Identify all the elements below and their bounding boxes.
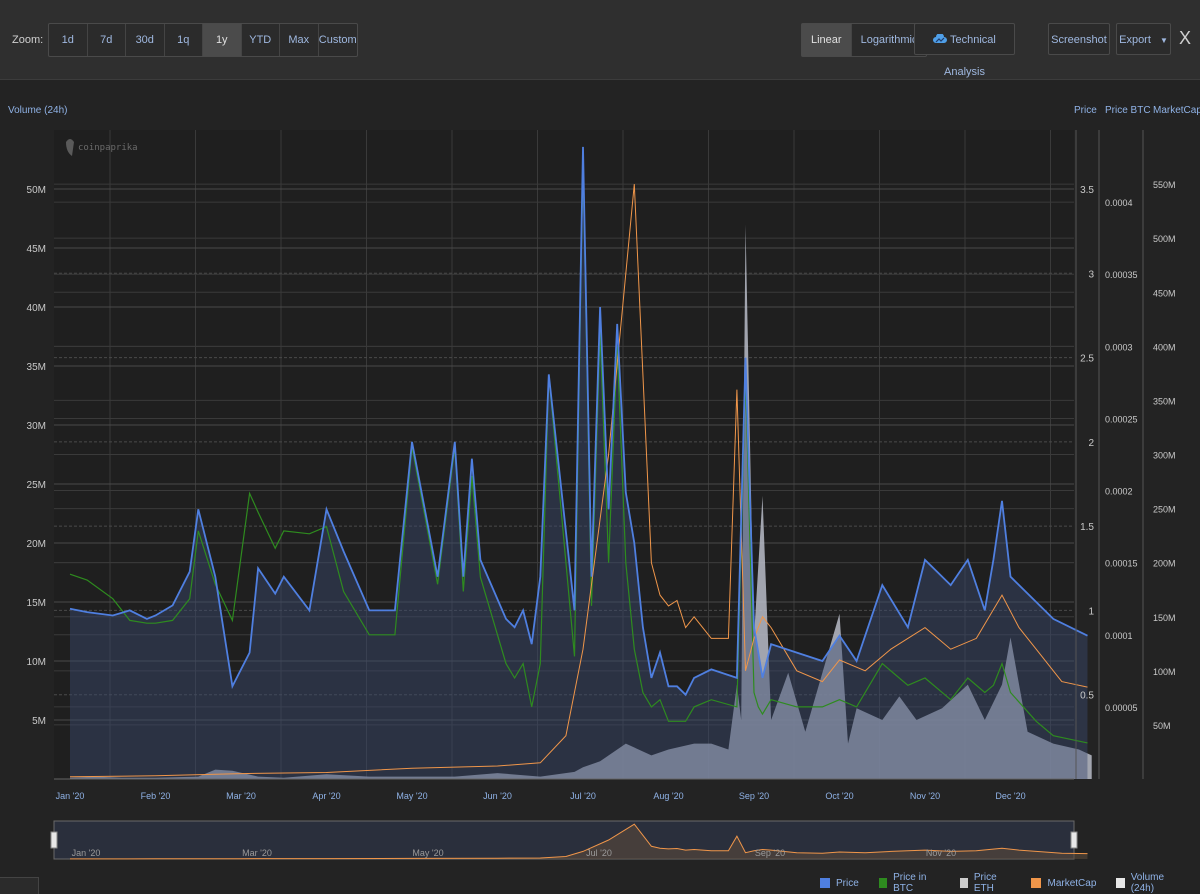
legend-swatch: [959, 878, 968, 888]
volume-tick-label: 50M: [27, 185, 46, 196]
marketcap-tick-label: 200M: [1153, 559, 1176, 569]
price-btc-tick-label: 0.00005: [1105, 703, 1138, 713]
volume-tick-label: 40M: [27, 303, 46, 314]
navigator-tick-label: Mar '20: [242, 848, 272, 858]
volume-tick-label: 35M: [27, 362, 46, 373]
price-tick-label: 3.5: [1080, 185, 1094, 196]
zoom-button-ytd[interactable]: YTD: [242, 24, 280, 56]
price-tick-label: 1.5: [1080, 522, 1094, 533]
legend-label: Price in BTC: [893, 872, 927, 894]
screenshot-button[interactable]: Screenshot: [1048, 23, 1110, 55]
zoom-button-30d[interactable]: 30d: [126, 24, 165, 56]
legend-item[interactable]: Price ETH: [959, 872, 1012, 894]
legend-item[interactable]: Price in BTC: [878, 872, 940, 894]
volume-tick-label: 25M: [27, 480, 46, 491]
zoom-button-1d[interactable]: 1d: [49, 24, 88, 56]
legend-label: Price: [836, 877, 859, 889]
toolbar: Zoom: 1d 7d 30d 1q 1y YTD Max Custom Linear Loga…: [0, 0, 1200, 80]
volume-tick-label: 10M: [27, 657, 46, 668]
x-tick-label: Dec '20: [995, 791, 1025, 801]
volume-tick-label: 30M: [27, 421, 46, 432]
price-btc-tick-label: 0.0004: [1105, 198, 1133, 208]
caret-down-icon: ▼: [1159, 36, 1168, 45]
legend-item[interactable]: MarketCap: [1031, 878, 1096, 889]
x-tick-label: May '20: [396, 791, 427, 801]
zoom-button-custom[interactable]: Custom: [319, 24, 358, 56]
collapsed-panel-tab[interactable]: [0, 877, 39, 894]
price-btc-tick-label: 0.0001: [1105, 631, 1133, 641]
price-tick-label: 3: [1088, 269, 1094, 280]
navigator-left-handle[interactable]: [50, 831, 58, 849]
navigator-tick-label: Jul '20: [586, 848, 612, 858]
legend-swatch: [820, 878, 830, 888]
navigator-tick-label: May '20: [412, 848, 443, 858]
zoom-button-max[interactable]: Max: [280, 24, 319, 56]
watermark-logo: coinpaprika: [78, 143, 138, 153]
marketcap-tick-label: 100M: [1153, 667, 1176, 677]
legend-label: MarketCap: [1047, 877, 1097, 889]
legend-label: Price ETH: [973, 872, 997, 894]
technical-analysis-label: Technical Analysis: [944, 34, 996, 78]
marketcap-tick-label: 150M: [1153, 613, 1176, 623]
marketcap-tick-label: 500M: [1153, 234, 1176, 244]
price-tick-label: 1: [1088, 606, 1094, 617]
price-btc-tick-label: 0.00015: [1105, 559, 1138, 569]
x-tick-label: Nov '20: [910, 791, 940, 801]
marketcap-tick-label: 350M: [1153, 396, 1176, 406]
x-tick-label: Sep '20: [739, 791, 769, 801]
scale-button-linear[interactable]: Linear: [802, 24, 852, 56]
zoom-button-1q[interactable]: 1q: [165, 24, 203, 56]
x-tick-label: Feb '20: [141, 791, 171, 801]
chart-legend: Price Price in BTC Price ETH MarketCap Volum…: [820, 872, 1200, 894]
marketcap-tick-label: 250M: [1153, 505, 1176, 515]
cloud-chart-icon: [933, 33, 948, 43]
export-label: Export: [1119, 34, 1151, 46]
price-tick-label: 2: [1088, 438, 1094, 449]
price-btc-tick-label: 0.00025: [1105, 414, 1138, 424]
marketcap-tick-label: 50M: [1153, 721, 1171, 731]
legend-swatch: [1116, 878, 1125, 888]
volume-tick-label: 5M: [32, 716, 46, 727]
marketcap-tick-label: 400M: [1153, 342, 1176, 352]
navigator-tick-label: Jan '20: [72, 848, 101, 858]
navigator-tick-label: Nov '20: [926, 848, 956, 858]
price-tick-label: 0.5: [1080, 691, 1094, 702]
price-btc-tick-label: 0.00035: [1105, 270, 1138, 280]
x-tick-label: Jun '20: [483, 791, 512, 801]
technical-analysis-button[interactable]: Technical Analysis: [914, 23, 1015, 78]
navigator-right-handle[interactable]: [1070, 831, 1078, 849]
x-tick-label: Mar '20: [226, 791, 256, 801]
marketcap-tick-label: 300M: [1153, 451, 1176, 461]
zoom-button-group: 1d 7d 30d 1q 1y YTD Max Custom: [48, 23, 358, 57]
price-btc-tick-label: 0.0002: [1105, 487, 1133, 497]
x-tick-label: Jan '20: [56, 791, 85, 801]
close-icon[interactable]: X: [1179, 28, 1191, 49]
x-tick-label: Jul '20: [570, 791, 596, 801]
x-tick-label: Aug '20: [653, 791, 683, 801]
x-tick-label: Apr '20: [312, 791, 340, 801]
volume-tick-label: 15M: [27, 598, 46, 609]
navigator-tick-label: Sep '20: [755, 848, 785, 858]
legend-item[interactable]: Price: [820, 878, 859, 889]
volume-tick-label: 20M: [27, 539, 46, 550]
price-chart[interactable]: coinpaprika 5M 10M 15M 20M 25M 30M 35M 40M 45M 50M…: [0, 80, 1200, 875]
legend-swatch: [1031, 878, 1042, 888]
zoom-label: Zoom:: [12, 34, 44, 46]
volume-tick-label: 45M: [27, 244, 46, 255]
price-tick-label: 2.5: [1080, 354, 1094, 365]
legend-swatch: [878, 878, 888, 888]
legend-label: Volume (24h): [1130, 872, 1165, 894]
zoom-button-1y[interactable]: 1y: [203, 24, 242, 56]
zoom-button-7d[interactable]: 7d: [88, 24, 126, 56]
price-btc-tick-label: 0.0003: [1105, 342, 1133, 352]
scale-button-group: Linear Logarithmic: [801, 23, 928, 57]
x-tick-label: Oct '20: [825, 791, 853, 801]
legend-item[interactable]: Volume (24h): [1116, 872, 1180, 894]
export-button[interactable]: Export ▼: [1116, 23, 1171, 55]
marketcap-tick-label: 450M: [1153, 288, 1176, 298]
marketcap-tick-label: 550M: [1153, 180, 1176, 190]
